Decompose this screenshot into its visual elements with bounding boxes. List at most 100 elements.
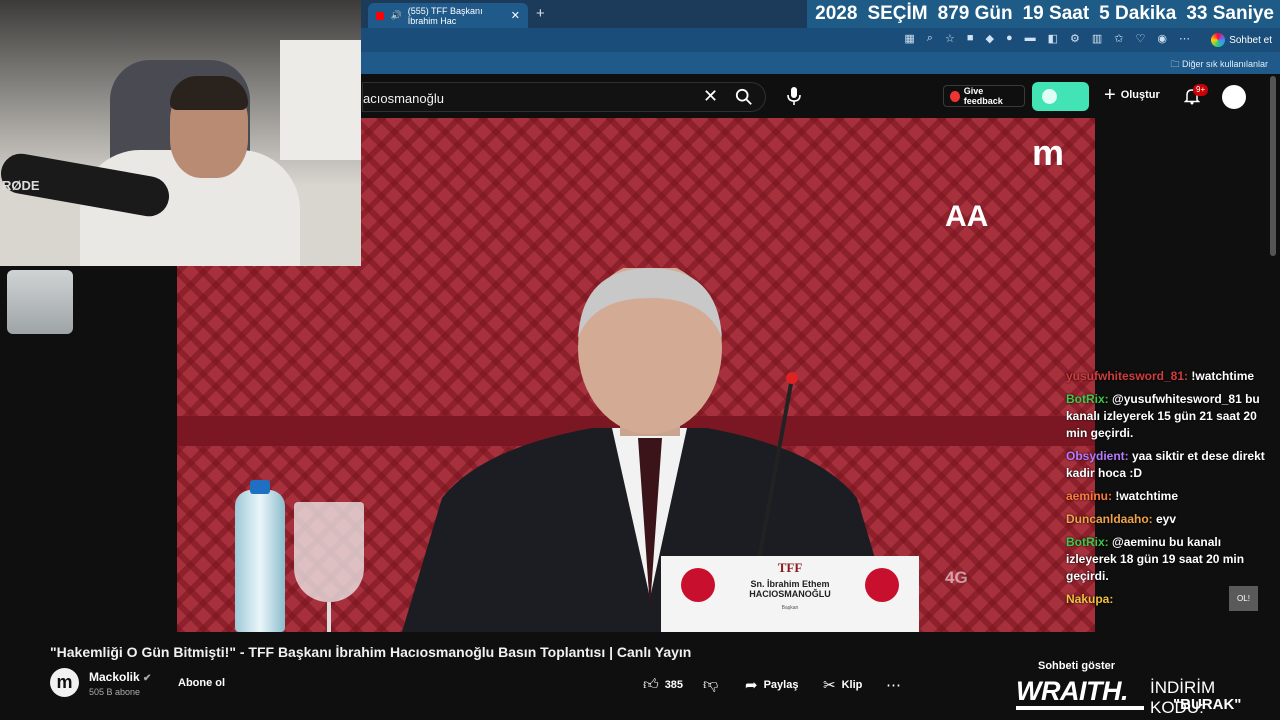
copilot-chat-label: Sohbet et <box>1229 34 1272 46</box>
more-actions-button[interactable]: ⋯ <box>886 676 901 694</box>
other-bookmarks-label: Diğer sık kullanılanlar <box>1181 59 1268 69</box>
ol-badge: OL! <box>1229 586 1258 611</box>
agency-logo: AA <box>945 200 989 233</box>
share-label: Paylaş <box>763 679 799 691</box>
profile-icon[interactable]: ◉ <box>1157 32 1167 45</box>
screen: 🔊 (555) TFF Başkanı İbrahim Hac ✕ + 2028… <box>0 0 1280 720</box>
microphone-icon[interactable] <box>786 86 802 106</box>
sponsor-brand: WRAITH. <box>1016 676 1128 706</box>
clear-search-icon[interactable]: ✕ <box>703 86 718 107</box>
chat-text: eyv <box>1152 512 1177 526</box>
plaque-role: Başkan <box>781 605 799 611</box>
whiteboard <box>280 40 361 160</box>
chat-message: BotRix: @yusufwhitesword_81 bu kanalı iz… <box>1066 391 1272 442</box>
chat-username[interactable]: Duncanldaaho: <box>1066 512 1153 526</box>
thumbs-down-icon: 👎︎ <box>703 676 719 693</box>
zoom-icon[interactable]: ⌕ <box>927 32 933 45</box>
chat-message: yusufwhitesword_81: !watchtime <box>1066 368 1272 385</box>
countdown-minutes: 5 <box>1099 3 1110 24</box>
create-label: Oluştur <box>1120 89 1160 101</box>
sponsor-underline <box>1016 706 1144 710</box>
menu-icon[interactable]: ⋯ <box>1179 32 1190 45</box>
countdown-hours: 19 <box>1022 3 1044 24</box>
share-button[interactable]: ➦ Paylaş <box>745 676 798 694</box>
verified-icon: ✔ <box>143 673 152 684</box>
chat-message: Duncanldaaho: eyv <box>1066 511 1272 528</box>
channel-avatar[interactable]: m <box>50 668 79 697</box>
countdown-minutes-label: Dakika <box>1115 3 1177 24</box>
create-button[interactable]: + Oluştur <box>1104 84 1160 106</box>
chat-username[interactable]: BotRix: <box>1066 392 1109 406</box>
streamer-hair <box>170 76 248 110</box>
election-countdown: 2028 SEÇİM 879 Gün 19 Saat 5 Dakika 33 S… <box>807 0 1280 28</box>
settings-icon[interactable]: ⚙ <box>1070 32 1080 45</box>
water-glass <box>294 502 364 602</box>
chat-username[interactable]: Nakupa: <box>1066 592 1113 606</box>
countdown-year: 2028 <box>815 3 858 24</box>
tff-emblem-icon <box>681 568 715 602</box>
clip-button[interactable]: ✂ Klip <box>823 676 862 694</box>
like-button[interactable]: 👍︎ 385 <box>643 676 683 694</box>
tab-title: (555) TFF Başkanı İbrahim Hac <box>407 5 483 26</box>
chat-username[interactable]: BotRix: <box>1066 535 1109 549</box>
split-screen-icon[interactable]: ▥ <box>1092 32 1102 45</box>
channel-watermark-logo: m <box>1032 132 1064 173</box>
countdown-seconds: 33 <box>1186 3 1208 24</box>
reader-icon[interactable]: ▦ <box>904 32 914 45</box>
chat-username[interactable]: aeminu: <box>1066 489 1112 503</box>
countdown-title: SEÇİM <box>867 3 928 24</box>
other-bookmarks[interactable]: 🗀 Diğer sık kullanılanlar <box>1170 57 1268 73</box>
bottle-cap <box>250 480 270 494</box>
user-avatar[interactable] <box>1222 85 1246 109</box>
collections-icon[interactable]: ♡ <box>1136 32 1146 45</box>
extension-icon[interactable]: ▬ <box>1025 32 1036 45</box>
chat-message: Obsydient: yaa siktir et dese direkt kad… <box>1066 448 1272 482</box>
copilot-chat-button[interactable]: Sohbet et <box>1211 31 1272 49</box>
give-feedback-button[interactable]: Give feedback <box>943 85 1025 107</box>
extension-icon[interactable]: ◧ <box>1048 32 1058 45</box>
show-chat-button[interactable]: Sohbeti göster <box>1038 660 1115 672</box>
cup-overlay <box>7 270 73 334</box>
tff-emblem-icon <box>865 568 899 602</box>
browser-tab[interactable]: 🔊 (555) TFF Başkanı İbrahim Hac ✕ <box>368 3 528 28</box>
share-icon: ➦ <box>745 677 758 694</box>
copilot-icon <box>1211 33 1226 47</box>
extension-icon[interactable]: ■ <box>967 32 974 45</box>
extension-toggle[interactable] <box>1032 82 1089 111</box>
favorites-icon[interactable]: ✩ <box>1114 32 1123 45</box>
subscribe-button[interactable]: Abone ol <box>178 677 225 689</box>
name-plaque: TFF Sn. İbrahim Ethem HACIOSMANOĞLU Başk… <box>661 556 919 632</box>
chat-username[interactable]: yusufwhitesword_81: <box>1066 369 1188 383</box>
stream-chat-overlay: yusufwhitesword_81: !watchtime BotRix: @y… <box>1066 368 1272 614</box>
discount-code: "BURAK" <box>1173 696 1242 713</box>
favorite-star-icon[interactable]: ☆ <box>945 32 955 45</box>
countdown-days-label: Gün <box>974 3 1013 24</box>
countdown-hours-label: Saat <box>1049 3 1090 24</box>
search-bar[interactable]: acıosmanoğlu ✕ <box>362 82 766 112</box>
thumbs-up-icon: 👍︎ <box>643 676 659 693</box>
speaker-icon[interactable]: 🔊 <box>390 10 401 21</box>
4g-watermark: 4G <box>945 568 968 587</box>
chat-text: !watchtime <box>1112 489 1179 503</box>
extension-icon[interactable]: ◆ <box>985 32 993 45</box>
search-input[interactable]: acıosmanoğlu <box>363 91 444 106</box>
mic-brand-logo: RØDE <box>2 178 40 193</box>
extension-icon[interactable]: ● <box>1006 32 1013 45</box>
glass-stem <box>327 602 331 632</box>
like-count: 385 <box>664 679 684 691</box>
give-feedback-label: Give feedback <box>963 86 1003 106</box>
dislike-button[interactable]: 👎︎ <box>703 676 718 694</box>
page-scrollbar[interactable] <box>1270 76 1276 256</box>
close-tab-icon[interactable]: ✕ <box>511 9 520 22</box>
search-icon[interactable] <box>735 88 753 106</box>
chat-username[interactable]: Obsydient: <box>1066 449 1129 463</box>
notification-count-badge: 9+ <box>1193 84 1209 96</box>
clip-label: Klip <box>841 679 863 691</box>
subscriber-count: 505 B abone <box>89 687 141 697</box>
water-bottle <box>235 480 285 632</box>
channel-name[interactable]: Mackolik ✔ <box>89 670 151 684</box>
new-tab-icon[interactable]: + <box>536 5 545 22</box>
channel-name-label: Mackolik <box>89 670 140 684</box>
plus-icon: + <box>1104 84 1116 106</box>
countdown-days: 879 <box>937 3 970 24</box>
